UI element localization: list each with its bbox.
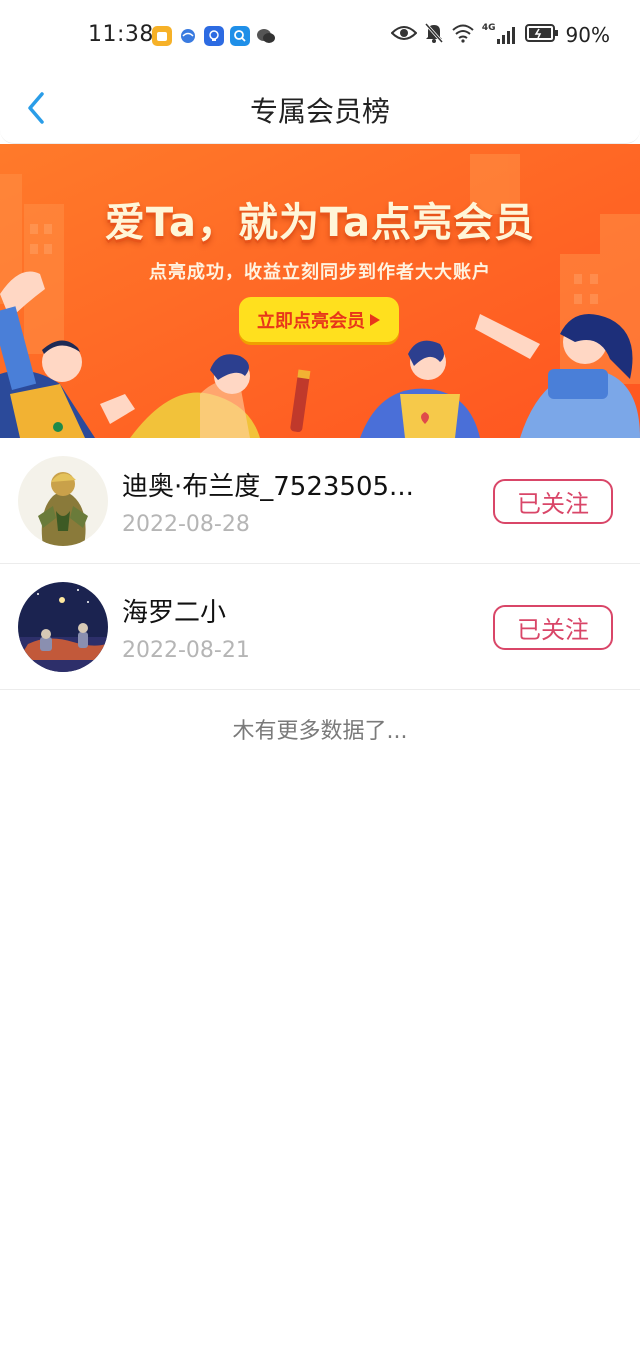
status-right: 4G 90%: [390, 22, 610, 48]
followed-button[interactable]: 已关注: [493, 479, 613, 524]
cta-label: 立即点亮会员: [257, 310, 365, 332]
followed-button[interactable]: 已关注: [493, 605, 613, 650]
idea-app-icon: [204, 26, 224, 46]
search-app-icon: [230, 26, 250, 46]
light-up-member-button[interactable]: 立即点亮会员: [239, 297, 399, 342]
nav-bar: 专属会员榜: [0, 70, 640, 144]
eye-icon: [390, 24, 418, 46]
wifi-icon: [451, 23, 475, 47]
member-date: 2022-08-28: [122, 512, 250, 537]
member-name: 海罗二小: [122, 598, 227, 628]
network-type-label: 4G: [481, 23, 496, 33]
banner-headline: 爱Ta，就为Ta点亮会员: [104, 200, 536, 246]
avatar[interactable]: [18, 456, 108, 546]
promo-banner[interactable]: 爱Ta，就为Ta点亮会员 点亮成功，收益立刻同步到作者大大账户 立即点亮会员: [0, 144, 640, 438]
member-list: 迪奥·布兰度_7523505... 2022-08-28 已关注 海罗二小 20…: [0, 438, 640, 690]
notes-app-icon: [152, 26, 172, 46]
list-item[interactable]: 海罗二小 2022-08-21 已关注: [0, 564, 640, 690]
banner-subtitle: 点亮成功，收益立刻同步到作者大大账户: [149, 262, 491, 283]
member-date: 2022-08-21: [122, 638, 250, 663]
status-app-icons: [152, 26, 276, 46]
bell-muted-icon: [424, 22, 444, 48]
banner-illustration: [0, 144, 640, 438]
no-more-data-text: 木有更多数据了...: [232, 719, 408, 744]
page-title: 专属会员榜: [249, 95, 390, 128]
avatar[interactable]: [18, 582, 108, 672]
browser-app-icon: [178, 26, 198, 46]
status-bar: 11:38 4G 90%: [0, 0, 640, 76]
list-item[interactable]: 迪奥·布兰度_7523505... 2022-08-28 已关注: [0, 438, 640, 564]
wechat-app-icon: [256, 26, 276, 46]
battery-percent: 90%: [565, 23, 610, 47]
status-time: 11:38: [88, 22, 154, 47]
battery-icon: [524, 23, 559, 47]
member-name: 迪奥·布兰度_7523505...: [122, 472, 414, 502]
play-triangle-icon: [370, 313, 380, 326]
cellular-signal-icon: 4G: [481, 23, 518, 45]
